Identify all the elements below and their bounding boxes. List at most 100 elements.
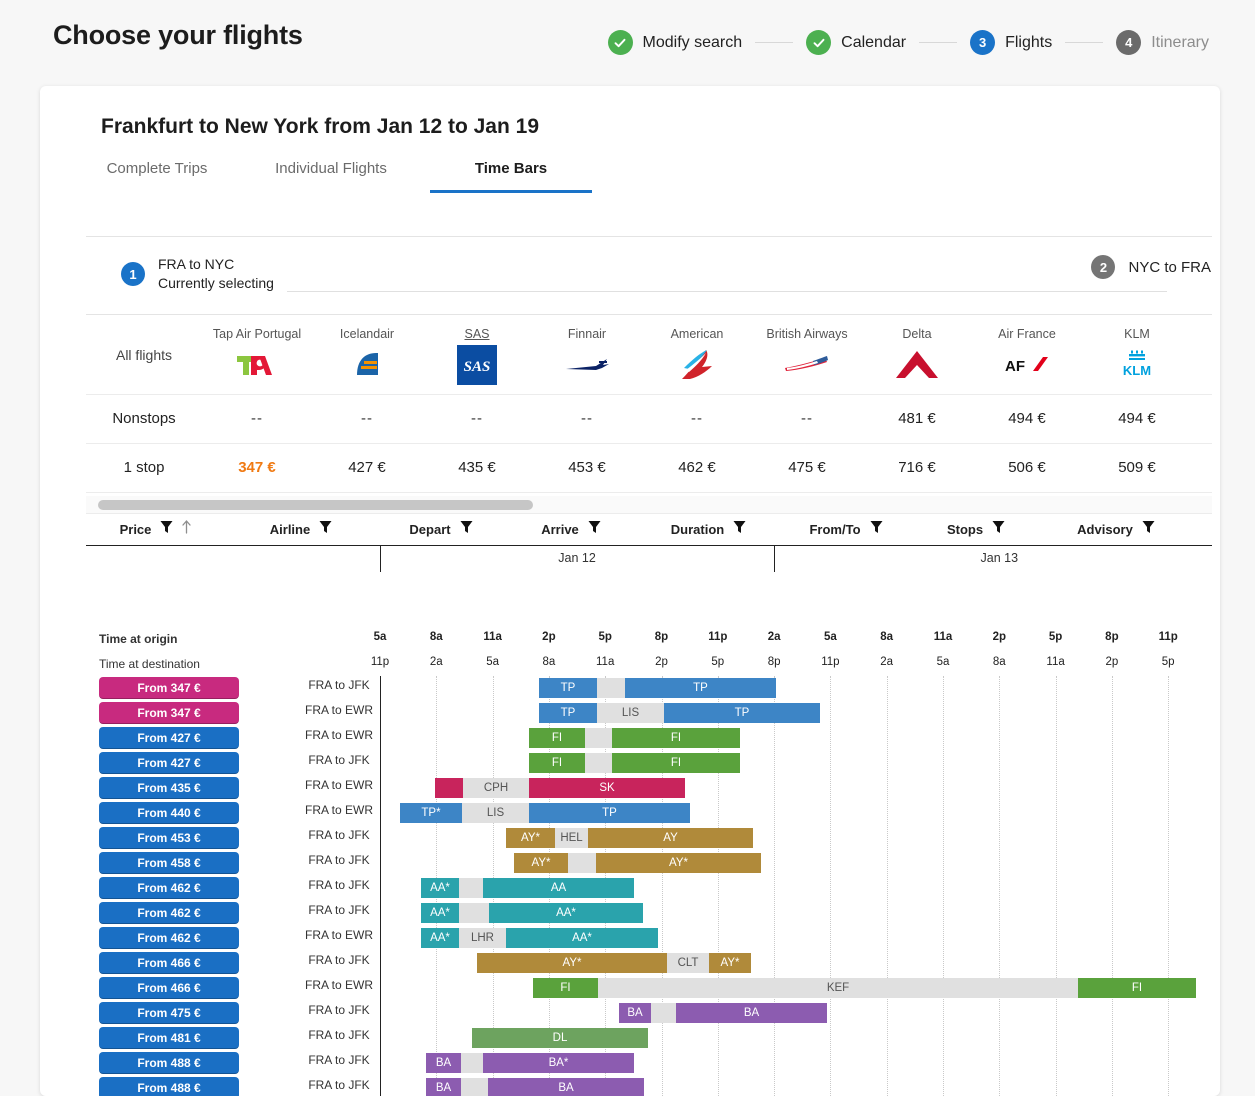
matrix-airline-column-tap-air-portugal[interactable]: Tap Air Portugal	[202, 327, 312, 382]
tab-time-bars[interactable]: Time Bars	[430, 154, 592, 193]
flight-segment[interactable]: TP	[664, 703, 820, 723]
matrix-price-cell[interactable]: 475 €	[752, 459, 862, 477]
leg-item-return[interactable]: 2 NYC to FRA	[1091, 255, 1211, 279]
filter-price[interactable]: Price	[86, 520, 226, 539]
matrix-airline-column-finnair[interactable]: Finnair	[532, 327, 642, 382]
flight-segment[interactable]: AY*	[514, 853, 568, 873]
step-flights[interactable]: 3 Flights	[970, 30, 1052, 55]
flight-segment[interactable]: BA*	[483, 1053, 634, 1073]
flight-row[interactable]: From 427 € FRA to EWR FI FI	[86, 726, 1212, 751]
step-calendar[interactable]: Calendar	[806, 30, 906, 55]
flight-segment[interactable]: AY*	[596, 853, 761, 873]
flight-price-button[interactable]: From 453 €	[99, 827, 239, 849]
matrix-airline-column-klm[interactable]: KLM KLM	[1082, 327, 1192, 382]
filter-depart[interactable]: Depart	[376, 520, 506, 539]
flight-row[interactable]: From 488 € FRA to JFK BA BA	[86, 1076, 1212, 1096]
flight-row[interactable]: From 462 € FRA to JFK AA* AA	[86, 876, 1212, 901]
matrix-price-cell[interactable]: 427 €	[312, 459, 422, 477]
filter-funnel-icon[interactable]	[160, 520, 173, 539]
flight-segment[interactable]: FI	[529, 728, 585, 748]
flight-price-button[interactable]: From 462 €	[99, 877, 239, 899]
layover-segment[interactable]	[585, 728, 612, 748]
flight-segment[interactable]: FI	[529, 753, 585, 773]
flight-segment[interactable]: TP	[625, 678, 776, 698]
flight-segment[interactable]: TP	[539, 703, 597, 723]
filter-funnel-icon[interactable]	[1142, 520, 1155, 539]
matrix-airline-column-icelandair[interactable]: Icelandair	[312, 327, 422, 382]
flight-row[interactable]: From 466 € FRA to JFK AY* CLT AY*	[86, 951, 1212, 976]
matrix-horizontal-scrollbar[interactable]	[86, 496, 1212, 514]
flight-segment[interactable]: AA	[483, 878, 634, 898]
flight-price-button[interactable]: From 435 €	[99, 777, 239, 799]
flight-segment[interactable]: AA*	[489, 903, 643, 923]
step-itinerary[interactable]: 4 Itinerary	[1116, 30, 1209, 55]
flight-price-button[interactable]: From 466 €	[99, 952, 239, 974]
filter-funnel-icon[interactable]	[733, 520, 746, 539]
flight-price-button[interactable]: From 488 €	[99, 1052, 239, 1074]
matrix-price-cell[interactable]: 481 €	[862, 410, 972, 428]
flight-segment[interactable]: BA	[426, 1053, 461, 1073]
matrix-price-cell[interactable]: 716 €	[862, 459, 972, 477]
layover-segment[interactable]: CLT	[667, 953, 709, 973]
flight-segment[interactable]: BA	[426, 1078, 461, 1096]
flight-segment[interactable]: FI	[612, 753, 740, 773]
flight-row[interactable]: From 481 € FRA to JFK DL	[86, 1026, 1212, 1051]
filter-arrive[interactable]: Arrive	[506, 520, 636, 539]
flight-row[interactable]: From 466 € FRA to EWR FI KEF FI	[86, 976, 1212, 1001]
matrix-price-cell[interactable]: 509 €	[1082, 459, 1192, 477]
flight-row[interactable]: From 458 € FRA to JFK AY* AY*	[86, 851, 1212, 876]
layover-segment[interactable]: HEL	[555, 828, 588, 848]
flight-price-button[interactable]: From 462 €	[99, 902, 239, 924]
layover-segment[interactable]	[461, 1078, 488, 1096]
layover-segment[interactable]	[459, 903, 489, 923]
flight-row[interactable]: From 488 € FRA to JFK BA BA*	[86, 1051, 1212, 1076]
flight-price-button[interactable]: From 475 €	[99, 1002, 239, 1024]
matrix-airline-column-sas[interactable]: SAS SAS	[422, 327, 532, 385]
flight-price-button[interactable]: From 347 €	[99, 702, 239, 724]
flight-segment[interactable]: TP*	[400, 803, 462, 823]
matrix-price-cell[interactable]: 462 €	[642, 459, 752, 477]
layover-segment[interactable]: KEF	[598, 978, 1078, 998]
matrix-price-cell[interactable]: 453 €	[532, 459, 642, 477]
flight-price-button[interactable]: From 427 €	[99, 752, 239, 774]
flight-segment[interactable]: AA*	[421, 928, 459, 948]
flight-segment[interactable]: AY*	[477, 953, 667, 973]
flight-row[interactable]: From 435 € FRA to EWR CPH SK	[86, 776, 1212, 801]
filter-advisory[interactable]: Advisory	[1041, 520, 1191, 539]
flight-row[interactable]: From 347 € FRA to JFK TP TP	[86, 676, 1212, 701]
filter-stops[interactable]: Stops	[911, 520, 1041, 539]
flight-segment[interactable]: DL	[472, 1028, 648, 1048]
layover-segment[interactable]: LIS	[597, 703, 664, 723]
flight-price-button[interactable]: From 347 €	[99, 677, 239, 699]
flight-segment[interactable]: BA	[676, 1003, 827, 1023]
filter-airline[interactable]: Airline	[226, 520, 376, 539]
layover-segment[interactable]: LIS	[462, 803, 529, 823]
flight-segment[interactable]: AA*	[421, 903, 459, 923]
layover-segment[interactable]	[651, 1003, 676, 1023]
flight-segment[interactable]: BA	[488, 1078, 644, 1096]
flight-segment[interactable]: FI	[533, 978, 598, 998]
flight-segment[interactable]	[435, 778, 463, 798]
matrix-price-cell[interactable]: 494 €	[1082, 410, 1192, 428]
flight-segment[interactable]: SK	[529, 778, 685, 798]
flight-row[interactable]: From 440 € FRA to EWR TP* LIS TP	[86, 801, 1212, 826]
flight-row[interactable]: From 347 € FRA to EWR TP LIS TP	[86, 701, 1212, 726]
flight-segment[interactable]: AY	[588, 828, 753, 848]
leg-item-outbound[interactable]: 1 FRA to NYC Currently selecting	[121, 255, 274, 293]
flight-price-button[interactable]: From 427 €	[99, 727, 239, 749]
matrix-airline-column-british-airways[interactable]: British Airways	[752, 327, 862, 382]
scrollbar-thumb[interactable]	[98, 500, 533, 510]
layover-segment[interactable]	[461, 1053, 483, 1073]
flight-segment[interactable]: FI	[1078, 978, 1196, 998]
filter-funnel-icon[interactable]	[460, 520, 473, 539]
flight-price-button[interactable]: From 440 €	[99, 802, 239, 824]
filter-funnel-icon[interactable]	[870, 520, 883, 539]
step-modify-search[interactable]: Modify search	[607, 30, 742, 55]
flight-segment[interactable]: AY*	[709, 953, 751, 973]
flight-price-button[interactable]: From 481 €	[99, 1027, 239, 1049]
matrix-price-cell[interactable]: 506 €	[972, 459, 1082, 477]
tab-individual-flights[interactable]: Individual Flights	[250, 154, 412, 190]
filter-duration[interactable]: Duration	[636, 520, 781, 539]
matrix-price-cell[interactable]: 494 €	[972, 410, 1082, 428]
flight-segment[interactable]: TP	[539, 678, 597, 698]
